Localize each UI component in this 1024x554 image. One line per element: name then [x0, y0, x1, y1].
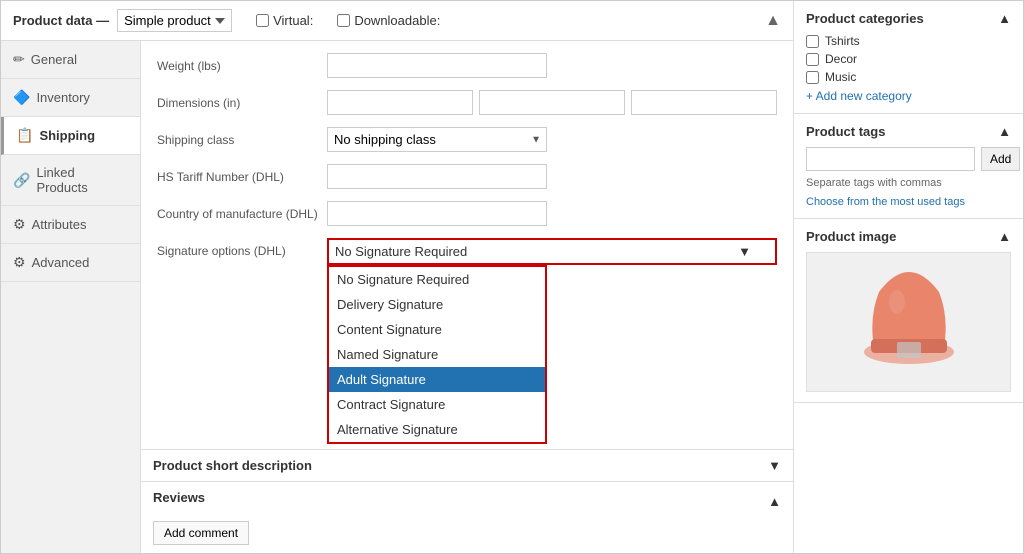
- hat-svg: [859, 267, 959, 377]
- product-type-select[interactable]: Simple product: [117, 9, 232, 32]
- signature-dropdown-trigger[interactable]: No Signature Required ▼: [327, 238, 777, 265]
- short-description-section: Product short description ▼: [141, 449, 793, 481]
- add-category-link[interactable]: + Add new category: [806, 89, 912, 103]
- attributes-icon: ⚙: [13, 216, 26, 233]
- category-decor-label: Decor: [825, 52, 857, 66]
- country-label: Country of manufacture (DHL): [157, 201, 327, 221]
- link-icon: 🔗: [13, 172, 30, 189]
- dimension-width[interactable]: 5: [479, 90, 625, 115]
- virtual-label: Virtual:: [256, 13, 313, 28]
- option-contract-signature[interactable]: Contract Signature: [329, 392, 545, 417]
- hs-tariff-label: HS Tariff Number (DHL): [157, 164, 327, 184]
- collapse-image-icon[interactable]: ▲: [998, 229, 1011, 244]
- product-image-placeholder: [806, 252, 1011, 392]
- shipping-icon: 📋: [16, 127, 33, 144]
- tags-input[interactable]: [806, 147, 975, 171]
- signature-row: Signature options (DHL) No Signature Req…: [157, 238, 777, 265]
- product-image-title: Product image ▲: [806, 229, 1011, 244]
- sidebar-item-shipping[interactable]: 📋 Shipping: [1, 117, 140, 155]
- dropdown-arrow-icon: ▼: [738, 244, 751, 259]
- collapse-short-desc-icon[interactable]: ▼: [768, 458, 781, 473]
- option-named-signature[interactable]: Named Signature: [329, 342, 545, 367]
- hs-tariff-input-wrapper: [327, 164, 777, 189]
- pencil-icon: ✏: [13, 51, 25, 68]
- bottom-sections: Product short description ▼ Reviews ▲ Ad…: [141, 449, 793, 553]
- shipping-class-label: Shipping class: [157, 127, 327, 147]
- shipping-class-select-wrapper: No shipping class ▼: [327, 127, 547, 152]
- product-tabs-sidebar: ✏ General 🔷 Inventory 📋 Shipping 🔗 Linke…: [1, 41, 141, 553]
- category-decor: Decor: [806, 52, 1011, 66]
- dimensions-inputs: 4 5 0.5: [327, 90, 777, 115]
- hat-image: [807, 253, 1010, 391]
- weight-input-wrapper: 0.2: [327, 53, 777, 78]
- category-decor-checkbox[interactable]: [806, 53, 819, 66]
- country-input-wrapper: [327, 201, 777, 226]
- hs-tariff-input[interactable]: [327, 164, 547, 189]
- tags-title: Product tags ▲: [806, 124, 1011, 139]
- shipping-class-select[interactable]: No shipping class: [327, 127, 547, 152]
- signature-dropdown-area: No Signature Required ▼ No Signature Req…: [327, 238, 777, 265]
- tags-note: Separate tags with commas: [806, 177, 1011, 189]
- country-input[interactable]: [327, 201, 547, 226]
- sidebar-item-linked-products[interactable]: 🔗 Linked Products: [1, 155, 140, 206]
- downloadable-label: Downloadable:: [337, 13, 440, 28]
- sidebar-item-attributes[interactable]: ⚙ Attributes: [1, 206, 140, 244]
- dimension-height[interactable]: 0.5: [631, 90, 777, 115]
- reviews-title: Reviews: [153, 490, 205, 505]
- inventory-icon: 🔷: [13, 89, 30, 106]
- add-tag-button[interactable]: Add: [981, 147, 1020, 171]
- dimensions-row: Dimensions (in) 4 5 0.5: [157, 90, 777, 115]
- tags-input-row: Add: [806, 147, 1011, 171]
- categories-section: Product categories ▲ Tshirts Decor Music…: [794, 1, 1023, 114]
- choose-tags-link[interactable]: Choose from the most used tags: [806, 196, 965, 208]
- sidebar-item-inventory[interactable]: 🔷 Inventory: [1, 79, 140, 117]
- advanced-icon: ⚙: [13, 254, 26, 271]
- option-adult-signature[interactable]: Adult Signature: [329, 367, 545, 392]
- collapse-categories-icon[interactable]: ▲: [998, 11, 1011, 26]
- signature-dropdown-wrapper: No Signature Required ▼ No Signature Req…: [327, 238, 777, 265]
- country-row: Country of manufacture (DHL): [157, 201, 777, 226]
- product-data-header: Product data — Simple product Virtual: D…: [1, 1, 793, 41]
- dimensions-label: Dimensions (in): [157, 90, 327, 110]
- shipping-class-input-wrapper: No shipping class ▼: [327, 127, 777, 152]
- product-data-title: Product data —: [13, 13, 109, 28]
- shipping-class-row: Shipping class No shipping class ▼: [157, 127, 777, 152]
- categories-title: Product categories ▲: [806, 11, 1011, 26]
- option-content-signature[interactable]: Content Signature: [329, 317, 545, 342]
- shipping-content: Weight (lbs) 0.2 Dimensions (in) 4 5 0.5: [141, 41, 793, 449]
- reviews-section: Reviews ▲ Add comment: [141, 481, 793, 553]
- signature-selected-text: No Signature Required: [335, 244, 467, 259]
- tags-section: Product tags ▲ Add Separate tags with co…: [794, 114, 1023, 219]
- weight-input[interactable]: 0.2: [327, 53, 547, 78]
- hs-tariff-row: HS Tariff Number (DHL): [157, 164, 777, 189]
- collapse-reviews-icon[interactable]: ▲: [768, 494, 781, 509]
- short-description-title: Product short description: [153, 458, 312, 473]
- option-alternative-signature[interactable]: Alternative Signature: [329, 417, 545, 442]
- add-comment-button[interactable]: Add comment: [153, 521, 249, 545]
- category-music: Music: [806, 70, 1011, 84]
- collapse-button[interactable]: ▲: [765, 12, 781, 30]
- collapse-tags-icon[interactable]: ▲: [998, 124, 1011, 139]
- category-music-checkbox[interactable]: [806, 71, 819, 84]
- category-tshirts-checkbox[interactable]: [806, 35, 819, 48]
- category-music-label: Music: [825, 70, 856, 84]
- category-tshirts-label: Tshirts: [825, 34, 860, 48]
- product-image-section: Product image ▲: [794, 219, 1023, 403]
- sidebar-item-advanced[interactable]: ⚙ Advanced: [1, 244, 140, 282]
- weight-row: Weight (lbs) 0.2: [157, 53, 777, 78]
- weight-label: Weight (lbs): [157, 53, 327, 73]
- virtual-checkbox[interactable]: [256, 14, 269, 27]
- option-delivery-signature[interactable]: Delivery Signature: [329, 292, 545, 317]
- option-no-signature[interactable]: No Signature Required: [329, 267, 545, 292]
- downloadable-checkbox[interactable]: [337, 14, 350, 27]
- signature-label: Signature options (DHL): [157, 238, 327, 258]
- category-tshirts: Tshirts: [806, 34, 1011, 48]
- signature-dropdown-menu: No Signature Required Delivery Signature…: [327, 265, 547, 444]
- dimension-length[interactable]: 4: [327, 90, 473, 115]
- right-panel: Product categories ▲ Tshirts Decor Music…: [793, 1, 1023, 553]
- sidebar-item-general[interactable]: ✏ General: [1, 41, 140, 79]
